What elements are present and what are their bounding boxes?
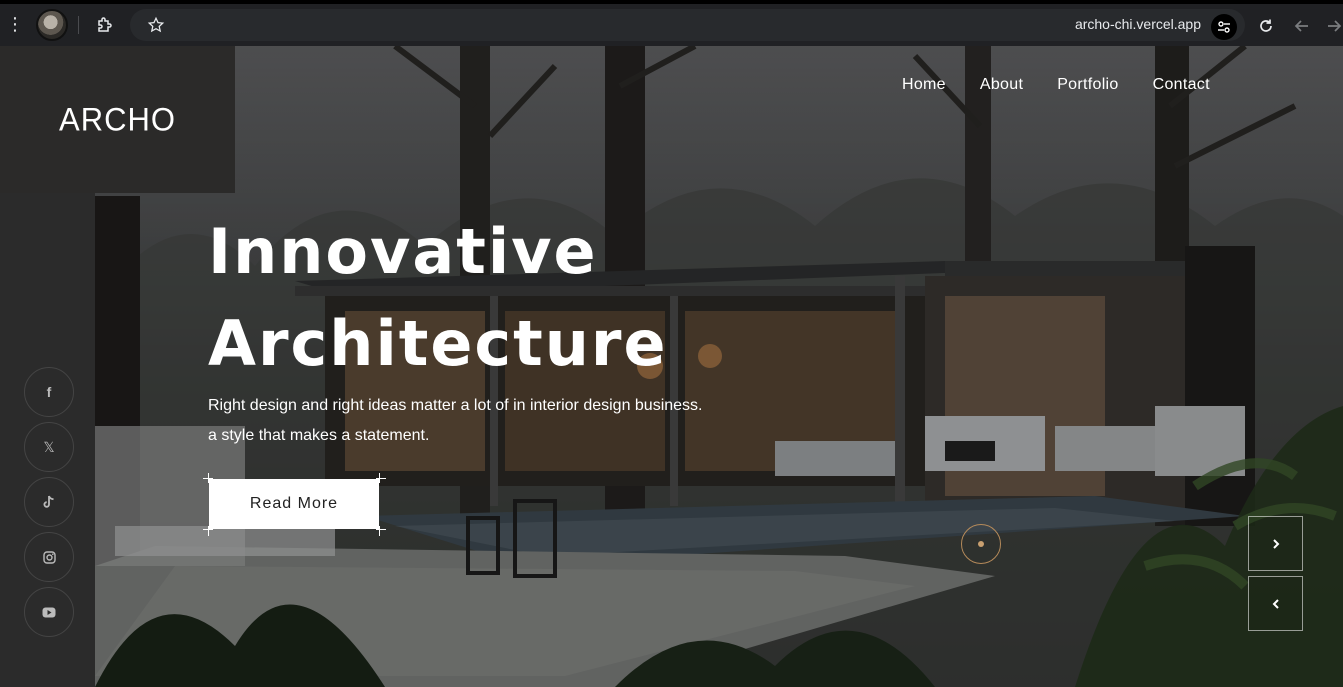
cta-corner-tr bbox=[376, 478, 386, 479]
x-icon[interactable]: 𝕏 bbox=[24, 422, 74, 472]
hero-title: Innovative Architecture bbox=[208, 206, 668, 390]
facebook-icon[interactable]: f bbox=[24, 367, 74, 417]
prev-slide-button[interactable] bbox=[1248, 576, 1303, 631]
nav-contact[interactable]: Contact bbox=[1153, 76, 1210, 94]
bookmark-star-icon[interactable] bbox=[142, 11, 170, 39]
read-more-button[interactable]: Read More bbox=[209, 479, 379, 529]
chevron-right-icon bbox=[1272, 538, 1279, 549]
forward-arrow-icon[interactable] bbox=[1323, 15, 1343, 37]
main-nav: Home About Portfolio Contact bbox=[902, 76, 1244, 94]
tiktok-icon[interactable] bbox=[24, 477, 74, 527]
url-text[interactable]: archo-chi.vercel.app bbox=[1075, 16, 1201, 32]
slide-indicator[interactable] bbox=[961, 524, 1001, 564]
cta-corner-tr-v bbox=[379, 473, 380, 483]
hero-title-line2: Architecture bbox=[208, 307, 668, 380]
hero-title-line1: Innovative bbox=[208, 215, 598, 288]
hero-subtitle-line1: Right design and right ideas matter a lo… bbox=[208, 397, 703, 414]
next-slide-button[interactable] bbox=[1248, 516, 1303, 571]
web-page: ARCHO f 𝕏 Home About Portfolio Contact I… bbox=[0, 46, 1343, 687]
cta-corner-br bbox=[376, 529, 386, 530]
profile-avatar[interactable] bbox=[36, 9, 68, 41]
chevron-left-icon bbox=[1272, 598, 1279, 609]
cta-corner-tl-v bbox=[208, 473, 209, 483]
reload-icon[interactable] bbox=[1255, 15, 1277, 37]
nav-home[interactable]: Home bbox=[902, 76, 946, 94]
slide-indicator-dot bbox=[978, 541, 984, 547]
hero-subtitle: Right design and right ideas matter a lo… bbox=[208, 391, 703, 451]
browser-menu-icon[interactable]: ⋮ bbox=[0, 16, 30, 34]
hero-subtitle-line2: a style that makes a statement. bbox=[208, 427, 430, 444]
site-settings-icon[interactable] bbox=[1211, 14, 1237, 40]
nav-portfolio[interactable]: Portfolio bbox=[1057, 76, 1118, 94]
site-logo[interactable]: ARCHO bbox=[59, 101, 176, 139]
extensions-icon[interactable] bbox=[91, 11, 119, 39]
browser-toolbar: ⋮ archo-chi.vercel.app bbox=[0, 0, 1343, 46]
cta-corner-br-v bbox=[379, 526, 380, 536]
toolbar-divider bbox=[78, 16, 79, 34]
nav-about[interactable]: About bbox=[980, 76, 1023, 94]
youtube-icon[interactable] bbox=[24, 587, 74, 637]
logo-container[interactable]: ARCHO bbox=[0, 46, 235, 193]
cta-corner-bl-v bbox=[208, 526, 209, 536]
back-arrow-icon[interactable] bbox=[1291, 15, 1313, 37]
instagram-icon[interactable] bbox=[24, 532, 74, 582]
